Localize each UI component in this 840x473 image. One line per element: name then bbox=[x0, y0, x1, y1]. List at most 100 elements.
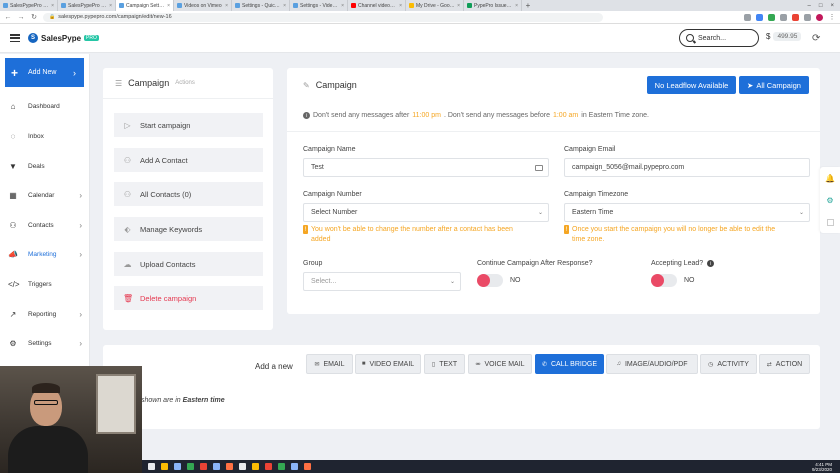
close-tab-icon[interactable]: × bbox=[399, 3, 402, 9]
accepting-lead-label: Accepting Lead? bbox=[651, 260, 704, 267]
taskbar-app-icon[interactable] bbox=[304, 463, 311, 470]
salespype-favicon-icon bbox=[3, 3, 8, 8]
sidebar-item-triggers[interactable]: </> Triggers bbox=[0, 274, 90, 294]
sidebar-item-marketing[interactable]: 📣 Marketing › bbox=[0, 244, 90, 264]
app-logo[interactable]: S SalesPype PRO bbox=[28, 33, 99, 43]
close-tab-icon[interactable]: × bbox=[283, 3, 286, 9]
close-tab-icon[interactable]: × bbox=[515, 3, 518, 9]
campaign-name-input[interactable]: Test bbox=[303, 158, 549, 177]
add-call-bridge-button[interactable]: ✆ CALL BRIDGE bbox=[535, 354, 604, 374]
close-tab-icon[interactable]: × bbox=[225, 3, 228, 9]
youtube-favicon-icon bbox=[351, 3, 356, 8]
sidebar-item-inbox[interactable]: ◌ Inbox bbox=[0, 126, 90, 146]
browser-tab[interactable]: SalesPypePro Dashboard | Dash× bbox=[0, 0, 58, 11]
taskbar-app-icon[interactable] bbox=[278, 463, 285, 470]
browser-tab[interactable]: SalesPypePro Dashboard | Dash× bbox=[58, 0, 116, 11]
forward-icon[interactable]: → bbox=[17, 14, 25, 21]
taskbar-app-icon[interactable] bbox=[226, 463, 233, 470]
add-activity-button[interactable]: ◷ ACTIVITY bbox=[700, 354, 757, 374]
delete-campaign-button[interactable]: 🗑 Delete campaign bbox=[114, 286, 263, 310]
close-tab-icon[interactable]: × bbox=[457, 3, 460, 9]
plus-icon: + bbox=[11, 65, 19, 80]
maximize-icon[interactable]: □ bbox=[819, 3, 823, 9]
add-text-button[interactable]: ▯ TEXT bbox=[424, 354, 465, 374]
accepting-lead-toggle[interactable]: NO bbox=[651, 274, 695, 287]
close-window-icon[interactable]: × bbox=[830, 3, 834, 9]
taskbar-app-icon[interactable] bbox=[252, 463, 259, 470]
balance-amount: 499.95 bbox=[773, 32, 802, 41]
browser-tab[interactable]: PypePro Issues - Google Sheets× bbox=[464, 0, 522, 11]
gears-icon: ⚙ bbox=[9, 338, 17, 348]
sidebar-item-calendar[interactable]: ▦ Calendar › bbox=[0, 185, 90, 205]
taskbar-app-icon[interactable] bbox=[200, 463, 207, 470]
sidebar-item-dashboard[interactable]: ⌂ Dashboard bbox=[0, 96, 90, 116]
reload-icon[interactable]: ↻ bbox=[30, 13, 38, 21]
hamburger-menu-icon[interactable] bbox=[10, 34, 20, 42]
campaign-timezone-select[interactable]: Eastern Time ⌄ bbox=[564, 203, 810, 222]
bell-icon[interactable]: 🔔 bbox=[825, 174, 835, 183]
back-icon[interactable]: ← bbox=[4, 14, 12, 21]
add-voice-mail-button[interactable]: ⚮ VOICE MAIL bbox=[468, 354, 532, 374]
tag-icon: ⬖ bbox=[124, 224, 131, 234]
start-campaign-button[interactable]: ▷ Start campaign bbox=[114, 113, 263, 137]
close-tab-icon[interactable]: × bbox=[167, 3, 170, 9]
taskbar-app-icon[interactable] bbox=[291, 463, 298, 470]
extension-icon[interactable] bbox=[744, 13, 751, 21]
actions-card-title: Campaign bbox=[128, 78, 170, 88]
add-action-button[interactable]: ⇄ ACTION bbox=[759, 354, 810, 374]
taskbar-app-icon[interactable] bbox=[187, 463, 194, 470]
extension-icon[interactable] bbox=[768, 13, 775, 21]
browser-tab[interactable]: My Drive - Google Drive× bbox=[406, 0, 464, 11]
sidebar-item-deals[interactable]: ▼ Deals bbox=[0, 156, 90, 176]
taskbar-app-icon[interactable] bbox=[239, 463, 246, 470]
all-campaign-button[interactable]: ➤ All Campaign bbox=[739, 76, 809, 94]
close-tab-icon[interactable]: × bbox=[51, 3, 54, 9]
manage-keywords-button[interactable]: ⬖ Manage Keywords bbox=[114, 217, 263, 241]
app-header: S SalesPype PRO Search... $ 499.95 ⟳ bbox=[0, 24, 840, 53]
url-field[interactable]: 🔒 salespype.pypepro.com/campaign/edit/ne… bbox=[43, 12, 603, 22]
campaign-number-select[interactable]: Select Number ⌄ bbox=[303, 203, 549, 222]
send-window-notice: i Don't send any messages after 11:00 pm… bbox=[303, 112, 649, 119]
extension-icon[interactable] bbox=[780, 13, 787, 21]
search-input[interactable]: Search... bbox=[679, 29, 759, 47]
currency-symbol: $ bbox=[766, 32, 771, 41]
profile-avatar-icon[interactable] bbox=[816, 13, 823, 21]
extension-icon[interactable] bbox=[792, 13, 799, 21]
browser-tab[interactable]: Settings - Video tutorial.mp4× bbox=[290, 0, 348, 11]
campaign-email-input[interactable]: campaign_5056@mail.pypepro.com bbox=[564, 158, 810, 177]
square-icon[interactable] bbox=[826, 219, 834, 227]
continue-campaign-toggle[interactable]: NO bbox=[477, 274, 521, 287]
taskbar-app-icon[interactable] bbox=[148, 463, 155, 470]
add-contact-button[interactable]: ⚇ Add A Contact bbox=[114, 148, 263, 172]
sidebar-item-settings[interactable]: ⚙ Settings › bbox=[0, 333, 90, 353]
close-tab-icon[interactable]: × bbox=[109, 3, 112, 9]
sidebar-item-reporting[interactable]: ↗ Reporting › bbox=[0, 304, 90, 324]
new-tab-icon[interactable]: + bbox=[522, 0, 534, 11]
close-tab-icon[interactable]: × bbox=[341, 3, 344, 9]
browser-tab[interactable]: Settings - Quick Replies Tutorial× bbox=[232, 0, 290, 11]
gear-icon[interactable]: ⚙ bbox=[826, 196, 833, 205]
add-video-email-button[interactable]: ■ VIDEO EMAIL bbox=[355, 354, 421, 374]
add-new-button[interactable]: + Add New › bbox=[5, 58, 84, 87]
browser-menu-icon[interactable]: ⋮ bbox=[828, 13, 836, 21]
refresh-icon[interactable]: ⟳ bbox=[812, 33, 820, 44]
taskbar-app-icon[interactable] bbox=[174, 463, 181, 470]
extension-icon[interactable] bbox=[804, 13, 811, 21]
taskbar-app-icon[interactable] bbox=[265, 463, 272, 470]
all-contacts-button[interactable]: ⚇ All Contacts (0) bbox=[114, 182, 263, 206]
extension-icon[interactable] bbox=[756, 13, 763, 21]
browser-tab-active[interactable]: Campaign Setting | System Age× bbox=[116, 0, 174, 11]
no-leadflow-button[interactable]: No Leadflow Available bbox=[647, 76, 736, 94]
taskbar-app-icon[interactable] bbox=[213, 463, 220, 470]
info-icon[interactable]: i bbox=[707, 260, 715, 267]
add-email-button[interactable]: ✉ EMAIL bbox=[306, 354, 353, 374]
group-select[interactable]: Select... ⌄ bbox=[303, 272, 461, 291]
add-image-audio-pdf-button[interactable]: ♫ IMAGE/AUDIO/PDF bbox=[606, 354, 698, 374]
upload-contacts-button[interactable]: ☁ Upload Contacts bbox=[114, 252, 263, 276]
taskbar-app-icon[interactable] bbox=[161, 463, 168, 470]
browser-tab[interactable]: Channel videos - YouTube Studio× bbox=[348, 0, 406, 11]
minimize-icon[interactable]: – bbox=[808, 3, 811, 9]
browser-tab[interactable]: Videos on Vimeo × bbox=[174, 0, 232, 11]
sidebar-item-contacts[interactable]: ⚇ Contacts › bbox=[0, 215, 90, 235]
toggle-knob bbox=[651, 274, 664, 287]
